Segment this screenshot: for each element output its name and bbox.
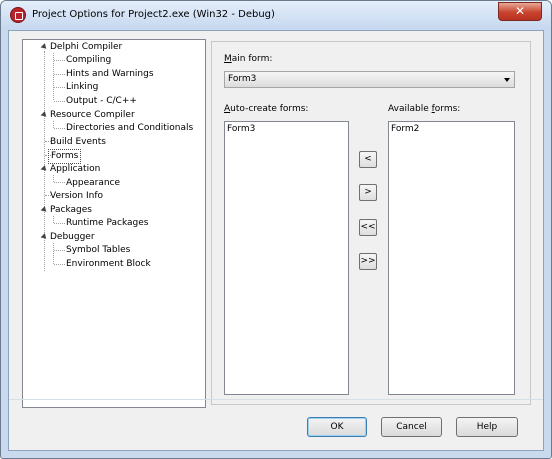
label-text: uto-create forms: — [230, 104, 309, 114]
tree-item-build-events[interactable]: Build Events — [50, 136, 106, 149]
window-title: Project Options for Project2.exe (Win32 … — [32, 9, 275, 20]
tree-item-linking[interactable]: Linking — [66, 81, 98, 94]
tree-line — [53, 175, 54, 182]
collapse-arrow-icon[interactable] — [40, 165, 49, 173]
label-text: Available — [388, 104, 432, 114]
auto-create-forms-list[interactable]: Form3 — [224, 121, 349, 395]
ok-button[interactable]: OK — [307, 417, 367, 437]
main-form-label: Main form: — [224, 54, 272, 64]
move-to-auto-create-button[interactable]: < — [359, 151, 377, 168]
tree-line — [54, 182, 65, 183]
tree-line — [54, 74, 65, 75]
tree-line — [54, 250, 65, 251]
tree-item-compiling[interactable]: Compiling — [66, 54, 111, 67]
tree-item-version-info[interactable]: Version Info — [50, 190, 103, 203]
tree-line — [54, 223, 65, 224]
tree-line — [54, 264, 65, 265]
tree-line — [54, 128, 65, 129]
help-button[interactable]: Help — [456, 417, 518, 437]
label-text: ain form: — [231, 54, 273, 64]
title-bar[interactable]: Project Options for Project2.exe (Win32 … — [1, 1, 551, 29]
options-tree[interactable]: Delphi Compiler Compiling Hints and Warn… — [22, 39, 206, 408]
tree-item-forms[interactable]: Forms — [48, 149, 82, 164]
close-button[interactable]: ✕ — [498, 2, 542, 21]
collapse-arrow-icon[interactable] — [40, 233, 49, 241]
auto-create-forms-label: Auto-create forms: — [224, 104, 308, 114]
tree-item-packages[interactable]: Packages — [50, 204, 92, 217]
accelerator-key: M — [224, 54, 232, 64]
tree-item-runtime-packages[interactable]: Runtime Packages — [66, 217, 148, 230]
main-form-dropdown[interactable]: Form3 — [224, 71, 515, 88]
tree-item-directories-and-conditionals[interactable]: Directories and Conditionals — [66, 122, 193, 135]
main-form-value: Form3 — [228, 74, 257, 84]
tree-line — [53, 216, 54, 223]
move-to-available-button[interactable]: > — [359, 184, 377, 201]
tree-item-environment-block[interactable]: Environment Block — [66, 258, 151, 271]
dropdown-arrow-icon — [504, 78, 510, 82]
tree-line — [53, 243, 54, 264]
available-forms-label: Available forms: — [388, 104, 460, 114]
app-icon — [10, 7, 26, 23]
tree-item-debugger[interactable]: Debugger — [50, 231, 95, 244]
tree-item-symbol-tables[interactable]: Symbol Tables — [66, 244, 130, 257]
collapse-arrow-icon[interactable] — [40, 43, 49, 51]
project-options-window: Project Options for Project2.exe (Win32 … — [0, 0, 552, 459]
tree-item-appearance[interactable]: Appearance — [66, 177, 120, 190]
move-all-to-available-button[interactable]: >> — [359, 253, 377, 270]
tree-line — [54, 87, 65, 88]
tree-item-resource-compiler[interactable]: Resource Compiler — [50, 109, 135, 122]
tree-item-hints-and-warnings[interactable]: Hints and Warnings — [66, 68, 154, 81]
collapse-arrow-icon[interactable] — [40, 111, 49, 119]
cancel-button[interactable]: Cancel — [381, 417, 442, 437]
tree-item-delphi-compiler[interactable]: Delphi Compiler — [50, 41, 122, 54]
tree-item-output-c-cpp[interactable]: Output - C/C++ — [66, 95, 137, 108]
move-all-to-auto-create-button[interactable]: << — [359, 219, 377, 236]
dialog-client-area: Delphi Compiler Compiling Hints and Warn… — [8, 30, 544, 451]
tree-line — [54, 101, 65, 102]
list-item[interactable]: Form3 — [227, 124, 255, 134]
tree-line — [53, 121, 54, 128]
list-item[interactable]: Form2 — [391, 124, 419, 134]
tree-line — [54, 60, 65, 61]
available-forms-list[interactable]: Form2 — [388, 121, 515, 395]
label-text: orms: — [434, 104, 461, 114]
tree-item-application[interactable]: Application — [50, 163, 100, 176]
collapse-arrow-icon[interactable] — [40, 206, 49, 214]
footer-separator — [9, 399, 543, 400]
